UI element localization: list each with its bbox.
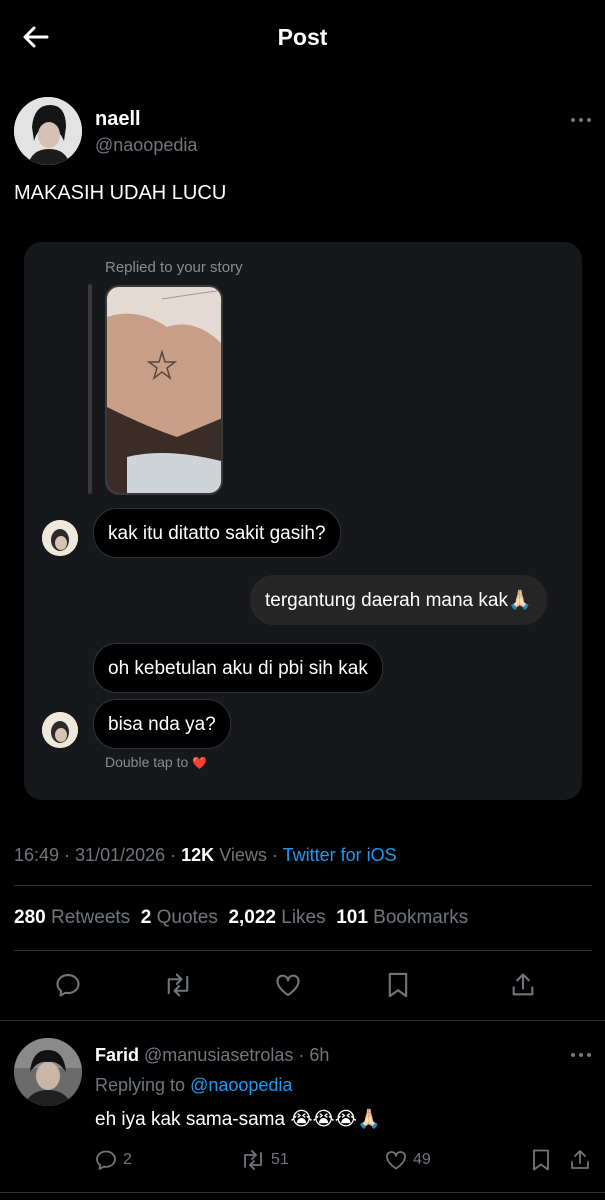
story-dm-screenshot[interactable]: Replied to your story kak itu ditatto sa…: [24, 242, 582, 800]
retweet-icon: [167, 973, 189, 997]
divider: [0, 1192, 605, 1193]
story-thumbnail[interactable]: [105, 285, 223, 495]
reply-reply-button[interactable]: 2: [94, 1148, 132, 1172]
reply-author-name[interactable]: Farid: [95, 1045, 139, 1065]
source-link[interactable]: Twitter for iOS: [283, 845, 397, 865]
reply-retweets-count: 51: [271, 1151, 289, 1168]
reply-retweet-button[interactable]: 51: [240, 1148, 289, 1172]
replying-handle-link[interactable]: @naoopedia: [190, 1075, 292, 1095]
retweet-icon: [244, 1150, 262, 1170]
views-count: 12K: [181, 845, 215, 865]
reply-more-button[interactable]: [570, 1045, 592, 1065]
likes-stat[interactable]: 2,022 Likes: [228, 907, 325, 928]
retweets-stat[interactable]: 280 Retweets: [14, 907, 130, 928]
views-label: Views: [219, 845, 267, 865]
reply-author-handle[interactable]: @manusiasetrolas: [144, 1045, 293, 1065]
like-icon: [386, 1151, 406, 1170]
reply-header: Farid @manusiasetrolas · 6h: [95, 1045, 329, 1066]
reply-replies-count: 2: [123, 1151, 132, 1168]
author-handle[interactable]: @naoopedia: [95, 135, 197, 156]
reply-bookmark-button[interactable]: [530, 1148, 552, 1172]
divider: [14, 950, 592, 951]
replying-to: Replying to @naoopedia: [95, 1075, 292, 1096]
retweet-button[interactable]: [163, 971, 193, 999]
post-stats: 280 Retweets 2 Quotes 2,022 Likes 101 Bo…: [14, 907, 468, 929]
double-tap-hint: Double tap to ❤️: [105, 754, 207, 770]
share-icon: [571, 1150, 589, 1169]
message-bubble-incoming[interactable]: bisa nda ya?: [93, 699, 231, 749]
divider: [0, 1020, 605, 1021]
reply-likes-count: 49: [413, 1151, 431, 1168]
message-bubble-incoming[interactable]: oh kebetulan aku di pbi sih kak: [93, 643, 383, 693]
more-icon: [571, 1053, 591, 1057]
message-bubble-outgoing[interactable]: tergantung daerah mana kak🙏🏻: [250, 575, 547, 625]
top-bar: Post: [0, 0, 605, 76]
reply-like-button[interactable]: 49: [384, 1148, 431, 1172]
story-image: [107, 287, 221, 493]
reply-icon: [96, 1150, 116, 1170]
reply-text: eh iya kak sama-sama 😭😭😭🙏🏻: [95, 1109, 381, 1130]
reply-button[interactable]: [54, 971, 82, 999]
post-meta: 16:49 · 31/01/2026 · 12K Views · Twitter…: [14, 845, 397, 866]
bookmark-button[interactable]: [385, 971, 411, 999]
more-button[interactable]: [570, 110, 592, 130]
share-button[interactable]: [509, 971, 537, 999]
message-bubble-incoming[interactable]: kak itu ditatto sakit gasih?: [93, 508, 341, 558]
more-icon: [571, 118, 591, 122]
like-icon: [276, 974, 300, 996]
replied-label: Replied to your story: [105, 259, 243, 276]
sender-avatar: [42, 520, 78, 556]
like-button[interactable]: [274, 971, 302, 999]
author-name[interactable]: naell: [95, 108, 141, 131]
post-text: MAKASIH UDAH LUCU: [14, 182, 227, 204]
reply-icon: [56, 974, 80, 997]
reply-time: · 6h: [298, 1045, 330, 1065]
meta-separator: ·: [271, 845, 278, 865]
replying-label: Replying to: [95, 1075, 186, 1095]
avatar-image: [14, 97, 82, 165]
author-avatar[interactable]: [14, 97, 82, 165]
quotes-stat[interactable]: 2 Quotes: [141, 907, 218, 928]
reply-author-avatar[interactable]: [14, 1038, 82, 1106]
share-icon: [512, 973, 534, 996]
post-time: 16:49 · 31/01/2026 ·: [14, 845, 177, 865]
double-tap-text: Double tap to: [105, 754, 189, 770]
reply-share-button[interactable]: [568, 1148, 592, 1172]
heart-icon: ❤️: [192, 756, 208, 770]
divider: [14, 885, 592, 886]
bookmark-icon: [533, 1149, 549, 1171]
story-reply-line: [88, 284, 92, 494]
page-title: Post: [277, 24, 328, 50]
avatar-image: [14, 1038, 82, 1106]
sender-avatar: [42, 712, 78, 748]
bookmark-icon: [388, 972, 408, 998]
bookmarks-stat[interactable]: 101 Bookmarks: [336, 907, 468, 928]
